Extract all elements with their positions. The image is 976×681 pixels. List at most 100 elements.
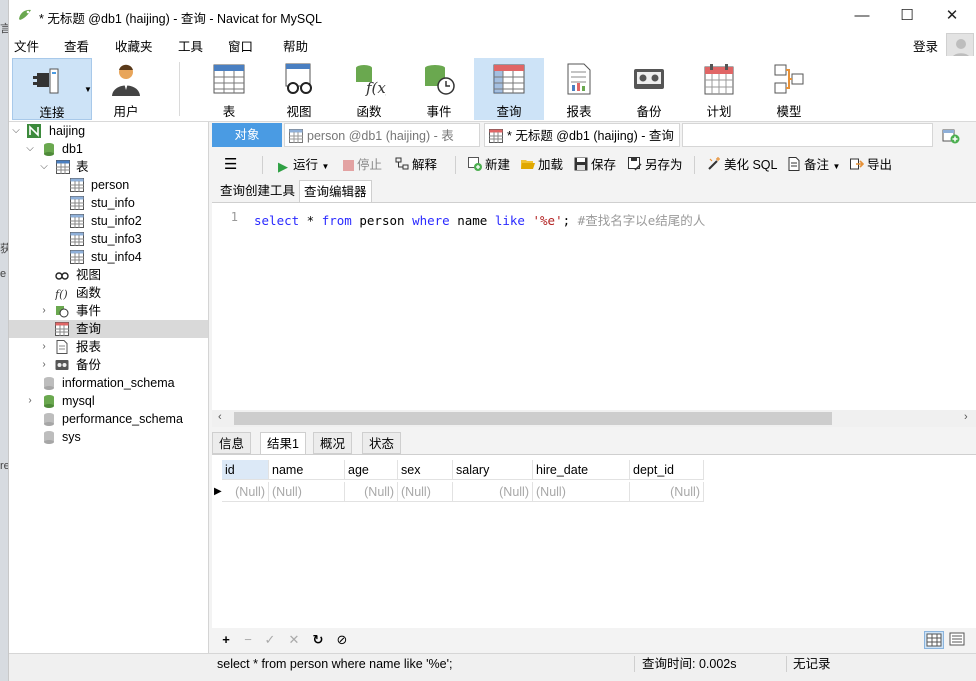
menu-favorites[interactable]: 收藏夹 <box>115 36 153 55</box>
table-cell[interactable]: (Null) <box>345 482 398 502</box>
table-cell[interactable]: (Null) <box>398 482 453 502</box>
apply-changes-button[interactable]: ✓ <box>262 631 278 649</box>
tab-status[interactable]: 状态 <box>362 432 402 454</box>
tree-reports-folder[interactable]: › 报表 <box>9 338 208 356</box>
tree-backups-folder[interactable]: › 备份 <box>9 356 208 374</box>
column-header-age[interactable]: age <box>345 460 398 480</box>
grid-view-toggle[interactable] <box>924 631 944 649</box>
column-header-sex[interactable]: sex <box>398 460 453 480</box>
save-button[interactable]: 保存 <box>574 157 616 175</box>
hamburger-menu-icon[interactable]: ☰ <box>224 157 237 175</box>
editor-horizontal-scrollbar[interactable]: ‹ › <box>212 410 976 427</box>
table-button[interactable]: 表 <box>194 58 264 120</box>
tab-info[interactable]: 信息 <box>212 432 252 454</box>
menu-window[interactable]: 窗口 <box>228 36 253 55</box>
tab-query-builder[interactable]: 查询创建工具 <box>216 180 299 202</box>
export-button[interactable]: 导出 <box>850 157 892 175</box>
tab-query-editor[interactable]: 查询编辑器 <box>299 180 372 202</box>
table-cell[interactable]: (Null) <box>222 482 269 502</box>
tree-table-person[interactable]: person <box>9 176 208 194</box>
tree-table-stu-info2[interactable]: stu_info2 <box>9 212 208 230</box>
add-record-button[interactable]: + <box>218 631 234 649</box>
collapse-icon[interactable]: ⌵ <box>25 140 35 158</box>
collapse-icon[interactable]: ⌵ <box>11 122 21 140</box>
collapse-icon[interactable]: ⌵ <box>39 158 49 176</box>
tab-profile[interactable]: 概况 <box>313 432 353 454</box>
minimize-button[interactable]: — <box>839 0 885 30</box>
new-query-button[interactable]: 新建 <box>468 157 510 175</box>
stop-loading-button[interactable]: ⊘ <box>334 631 350 649</box>
menu-help[interactable]: 帮助 <box>283 36 308 55</box>
discard-changes-button[interactable]: ✕ <box>286 631 302 649</box>
column-header-salary[interactable]: salary <box>453 460 533 480</box>
tree-table-stu-info[interactable]: stu_info <box>9 194 208 212</box>
expand-icon[interactable]: › <box>39 338 49 356</box>
table-cell[interactable]: (Null) <box>533 482 630 502</box>
sql-token: person <box>351 213 413 228</box>
login-link[interactable]: 登录 <box>913 36 938 55</box>
tab-objects[interactable]: 对象 <box>212 123 282 147</box>
expand-icon[interactable]: › <box>25 392 35 410</box>
menu-file[interactable]: 文件 <box>14 36 39 55</box>
function-button[interactable]: f(x) 函数 <box>334 58 404 120</box>
table-cell[interactable]: (Null) <box>269 482 345 502</box>
close-button[interactable]: ✕ <box>929 0 975 30</box>
scroll-left-icon[interactable]: ‹ <box>218 411 222 423</box>
run-button[interactable]: ▶ 运行 ▼ <box>278 157 329 175</box>
expand-icon[interactable]: › <box>39 356 49 374</box>
query-button[interactable]: 查询 <box>474 58 544 120</box>
column-header-name[interactable]: name <box>269 460 345 480</box>
sql-code-line[interactable]: select * from person where name like '%e… <box>254 210 705 229</box>
beautify-sql-button[interactable]: 美化 SQL <box>707 157 778 175</box>
user-button[interactable]: 用户 <box>91 58 161 120</box>
table-cell[interactable]: (Null) <box>630 482 704 502</box>
tree-events-folder[interactable]: › 事件 <box>9 302 208 320</box>
column-header-hire-date[interactable]: hire_date <box>533 460 630 480</box>
run-dropdown-icon[interactable]: ▼ <box>322 162 330 171</box>
save-as-button[interactable]: 另存为 <box>628 157 683 175</box>
tree-queries-folder[interactable]: 查询 <box>9 320 208 338</box>
event-button[interactable]: 事件 <box>404 58 474 120</box>
tree-table-stu-info4[interactable]: stu_info4 <box>9 248 208 266</box>
model-button[interactable]: 模型 <box>754 58 824 120</box>
report-button[interactable]: 报表 <box>544 58 614 120</box>
tree-database-performance-schema[interactable]: performance_schema <box>9 410 208 428</box>
tree-tables-folder[interactable]: ⌵ 表 <box>9 158 208 176</box>
tree-connection-haijing[interactable]: ⌵ haijing <box>9 122 208 140</box>
table-cell[interactable]: (Null) <box>453 482 533 502</box>
comment-dropdown-icon[interactable]: ▼ <box>833 162 841 171</box>
menu-view[interactable]: 查看 <box>64 36 89 55</box>
view-button[interactable]: 视图 <box>264 58 334 120</box>
stop-button[interactable]: 停止 <box>343 157 382 175</box>
maximize-button[interactable]: ☐ <box>884 0 930 30</box>
column-header-dept-id[interactable]: dept_id <box>630 460 704 480</box>
backup-button[interactable]: 备份 <box>614 58 684 120</box>
tree-database-db1[interactable]: ⌵ db1 <box>9 140 208 158</box>
load-button[interactable]: 加载 <box>521 157 563 175</box>
comment-button[interactable]: 备注 ▼ <box>787 157 840 175</box>
window-bottom-edge <box>9 673 976 681</box>
tree-database-mysql[interactable]: › mysql <box>9 392 208 410</box>
refresh-button[interactable]: ↻ <box>310 631 326 649</box>
delete-record-button[interactable]: − <box>240 631 256 649</box>
tab-result-1[interactable]: 结果1 <box>260 432 306 454</box>
tree-database-sys[interactable]: sys <box>9 428 208 446</box>
form-view-toggle[interactable] <box>948 631 968 649</box>
tab-person-table[interactable]: person @db1 (haijing) - 表 <box>284 123 480 147</box>
menu-tools[interactable]: 工具 <box>178 36 203 55</box>
explain-button[interactable]: 解释 <box>395 157 437 175</box>
tree-functions-folder[interactable]: f() 函数 <box>9 284 208 302</box>
schedule-button[interactable]: 计划 <box>684 58 754 120</box>
scrollbar-thumb[interactable] <box>234 412 832 425</box>
tree-table-stu-info3[interactable]: stu_info3 <box>9 230 208 248</box>
column-header-id[interactable]: id <box>222 460 269 480</box>
tab-query-untitled[interactable]: * 无标题 @db1 (haijing) - 查询 <box>484 123 680 147</box>
expand-icon[interactable]: › <box>39 302 49 320</box>
tree-database-information-schema[interactable]: information_schema <box>9 374 208 392</box>
connect-button[interactable]: ▼ 连接 <box>12 58 92 120</box>
tree-views-folder[interactable]: 视图 <box>9 266 208 284</box>
event-icon <box>56 306 69 318</box>
new-tab-icon[interactable] <box>942 126 960 144</box>
sql-editor[interactable]: 1 select * from person where name like '… <box>212 202 976 411</box>
scroll-right-icon[interactable]: › <box>964 411 968 423</box>
